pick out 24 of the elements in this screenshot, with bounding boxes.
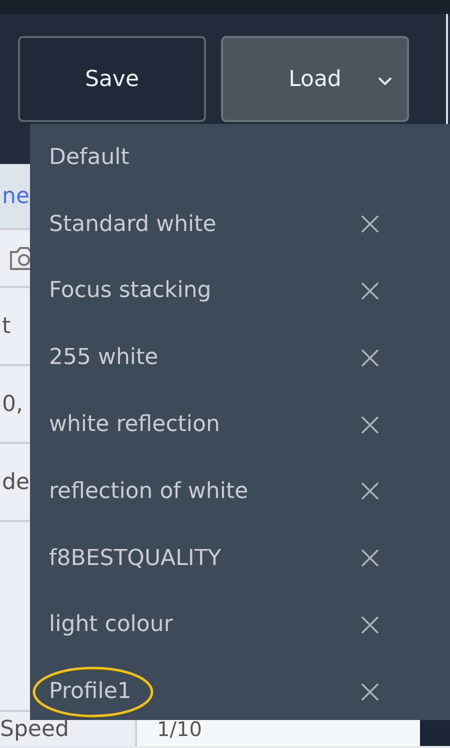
field-label: t bbox=[2, 314, 11, 338]
menu-item[interactable]: 255 white bbox=[30, 324, 450, 392]
menu-item[interactable]: Focus stacking bbox=[30, 258, 450, 324]
close-icon[interactable] bbox=[360, 548, 380, 568]
save-button[interactable]: Save bbox=[18, 36, 206, 122]
menu-item[interactable]: Standard white bbox=[30, 190, 450, 258]
close-icon[interactable] bbox=[360, 481, 380, 502]
menu-item[interactable]: reflection of white bbox=[30, 458, 450, 525]
chevron-icon bbox=[377, 76, 393, 86]
menu-item[interactable]: light colour bbox=[30, 592, 450, 658]
menu-item[interactable]: white reflection bbox=[30, 391, 450, 458]
close-icon[interactable] bbox=[360, 682, 380, 702]
close-icon[interactable] bbox=[360, 214, 380, 234]
tab-link[interactable]: ne bbox=[2, 184, 30, 208]
speed-label: Speed bbox=[0, 716, 70, 742]
load-button[interactable]: Load bbox=[221, 36, 409, 122]
close-icon[interactable] bbox=[360, 614, 380, 635]
field-label: 0, bbox=[2, 392, 23, 416]
field-label: de bbox=[2, 470, 30, 494]
menu-item[interactable]: f8BESTQUALITY bbox=[30, 524, 450, 592]
menu-item[interactable]: Default bbox=[30, 124, 450, 191]
close-icon[interactable] bbox=[360, 280, 380, 301]
close-icon[interactable] bbox=[360, 348, 380, 368]
close-icon[interactable] bbox=[360, 414, 380, 435]
